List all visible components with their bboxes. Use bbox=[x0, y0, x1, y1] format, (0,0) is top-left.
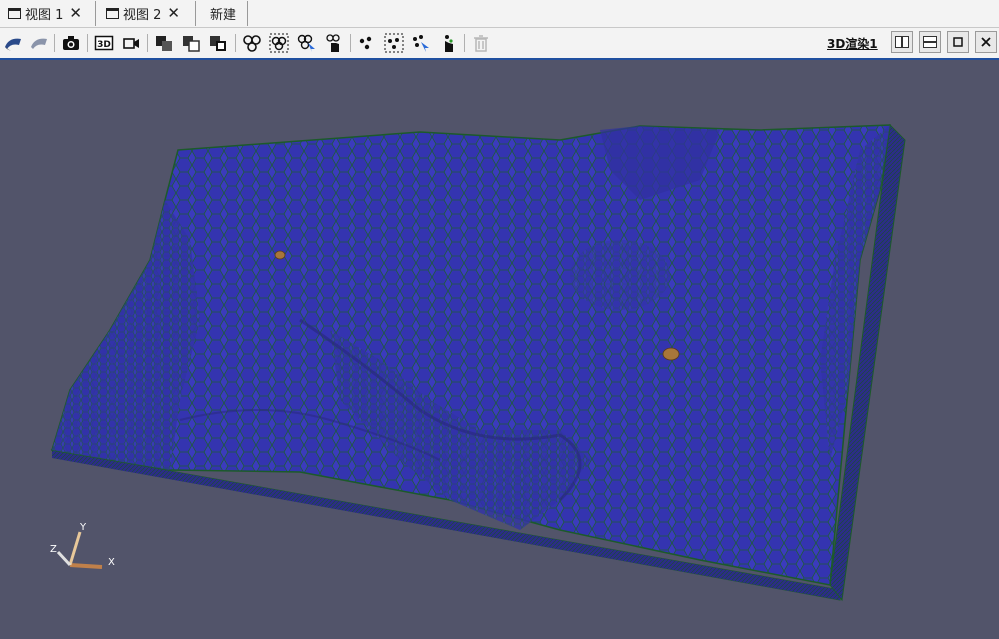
tab-label: 视图 2 bbox=[123, 8, 162, 23]
camera-reset-icon[interactable] bbox=[2, 32, 24, 54]
screenshot-icon[interactable] bbox=[60, 32, 82, 54]
close-view-button[interactable] bbox=[975, 31, 997, 53]
close-icon[interactable]: ✕ bbox=[167, 6, 180, 21]
tab-view-1[interactable]: 视图 1 ✕ bbox=[0, 1, 96, 26]
select-cells-interactive-icon[interactable] bbox=[295, 32, 317, 54]
select-points-frustum-icon[interactable] bbox=[383, 32, 405, 54]
paste-icon[interactable] bbox=[207, 32, 229, 54]
tab-new[interactable]: 新建 bbox=[198, 1, 248, 26]
view-toolbar: 3D 3D渲染1 bbox=[0, 28, 999, 60]
split-select-icon[interactable] bbox=[153, 32, 175, 54]
record-icon[interactable] bbox=[120, 32, 142, 54]
render-viewport[interactable]: Y X Z bbox=[0, 60, 999, 635]
axis-z-label: Z bbox=[50, 544, 57, 555]
render-view-label[interactable]: 3D渲染1 bbox=[827, 35, 878, 52]
split-vertical-button[interactable] bbox=[919, 31, 941, 53]
3d-toggle-icon[interactable]: 3D bbox=[93, 32, 115, 54]
mesh-render: Y X Z bbox=[50, 123, 906, 602]
tab-view-2[interactable]: 视图 2 ✕ bbox=[98, 1, 196, 26]
camera-flip-icon[interactable] bbox=[28, 32, 50, 54]
orientation-axes: Y X Z bbox=[50, 522, 115, 569]
hand-pick-icon[interactable] bbox=[322, 32, 344, 54]
maximize-button[interactable] bbox=[947, 31, 969, 53]
select-points-icon[interactable] bbox=[356, 32, 378, 54]
select-cells-frustum-icon[interactable] bbox=[268, 32, 290, 54]
split-horizontal-button[interactable] bbox=[891, 31, 913, 53]
tab-bar: 视图 1 ✕ 视图 2 ✕ 新建 bbox=[0, 0, 999, 28]
close-icon[interactable]: ✕ bbox=[69, 6, 82, 21]
svg-text:3D: 3D bbox=[97, 40, 111, 50]
tab-label: 新建 bbox=[210, 8, 237, 23]
copy-icon[interactable] bbox=[180, 32, 202, 54]
hand-point-icon[interactable] bbox=[437, 32, 459, 54]
select-cells-icon[interactable] bbox=[241, 32, 263, 54]
axis-y-label: Y bbox=[79, 522, 87, 533]
axis-x-label: X bbox=[108, 557, 115, 568]
select-points-interactive-icon[interactable] bbox=[410, 32, 432, 54]
window-icon bbox=[106, 8, 119, 19]
tab-label: 视图 1 bbox=[25, 8, 64, 23]
delete-icon[interactable] bbox=[470, 32, 492, 54]
window-icon bbox=[8, 8, 21, 19]
